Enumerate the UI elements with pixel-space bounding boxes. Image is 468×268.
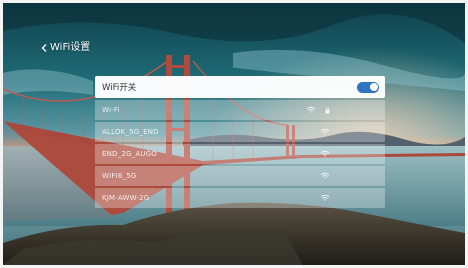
network-ssid: END_2G_AUGO [102, 150, 157, 158]
wifi-signal-icon [320, 128, 330, 136]
back-label: WiFi设置 [50, 42, 91, 53]
wifi-settings-panel: WiFi开关 Wi-Fi ALLOK_5G_END END_2G_AUGO WI… [95, 76, 385, 208]
network-ssid: ALLOK_5G_END [102, 128, 159, 136]
network-item[interactable]: WIFI6_5G [95, 166, 385, 186]
network-item[interactable]: ALLOK_5G_END [95, 122, 385, 142]
chevron-left-icon [41, 44, 47, 52]
network-ssid: Wi-Fi [102, 106, 120, 114]
wifi-signal-icon [306, 106, 316, 114]
wifi-signal-icon [320, 172, 330, 180]
wifi-signal-icon [320, 150, 330, 158]
lock-icon [325, 107, 330, 114]
wifi-toggle-label: WiFi开关 [102, 83, 137, 93]
wifi-toggle-switch[interactable] [357, 81, 379, 93]
switch-knob [369, 83, 378, 91]
network-ssid: KJM-AWW-2G [102, 194, 150, 202]
network-item[interactable]: Wi-Fi [95, 100, 385, 120]
network-item[interactable]: END_2G_AUGO [95, 144, 385, 164]
wifi-toggle-row[interactable]: WiFi开关 [95, 76, 385, 98]
wifi-signal-icon [320, 194, 330, 202]
back-button[interactable]: WiFi设置 [41, 42, 90, 54]
network-item[interactable]: KJM-AWW-2G [95, 188, 385, 208]
tv-screen: WiFi设置 WiFi开关 Wi-Fi ALLOK_5G_END END_2G_… [3, 3, 465, 265]
network-ssid: WIFI6_5G [102, 172, 137, 180]
